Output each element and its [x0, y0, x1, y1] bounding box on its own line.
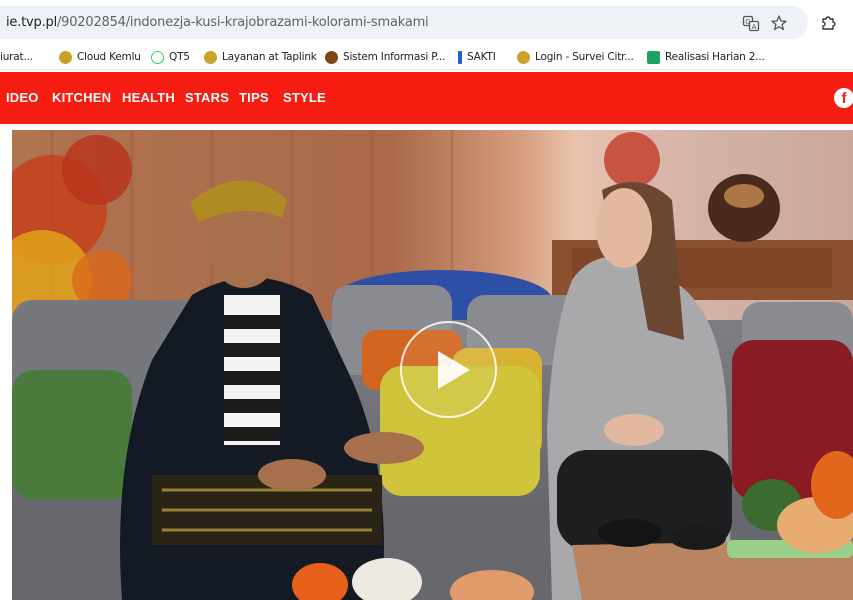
bookmark-item[interactable]: Realisasi Harian 2...	[647, 49, 765, 65]
bookmark-item[interactable]: SAKTI	[458, 49, 496, 65]
facebook-icon[interactable]: f	[834, 88, 853, 108]
whatsapp-icon	[151, 50, 164, 64]
nav-item-health[interactable]: HEALTH	[122, 72, 175, 124]
url-host: ie.tvp.pl	[6, 15, 57, 30]
nav-item-video[interactable]: IDEO	[6, 72, 39, 124]
svg-text:A: A	[752, 23, 757, 31]
sheets-icon	[647, 50, 660, 64]
bookmark-label: Sistem Informasi P...	[343, 51, 446, 63]
bookmark-item[interactable]: QT5	[151, 49, 190, 65]
bookmark-label: SAKTI	[467, 51, 496, 63]
bookmark-item[interactable]: iurat...	[0, 49, 33, 65]
bookmarks-bar: iurat... Cloud Kemlu QT5 Layanan at Tapl…	[0, 44, 853, 70]
bookmark-label: iurat...	[0, 51, 33, 63]
bookmark-label: Layanan at Taplink	[222, 51, 317, 63]
nav-item-kitchen[interactable]: KITCHEN	[52, 72, 111, 124]
url-path: /90202854/indonezja-kusi-krajobrazami-ko…	[56, 15, 429, 30]
address-bar-row: ie.tvp.pl/90202854/indonezja-kusi-krajob…	[0, 0, 853, 44]
video-player[interactable]	[12, 130, 853, 600]
bookmark-item[interactable]: Sistem Informasi P...	[325, 49, 445, 65]
emblem-icon	[517, 50, 530, 64]
play-button[interactable]	[400, 321, 497, 418]
page-margin	[0, 124, 12, 600]
bookmark-item[interactable]: Login - Survei Citr...	[517, 49, 634, 65]
nav-item-tips[interactable]: TIPS	[239, 72, 269, 124]
url-text[interactable]: ie.tvp.pl/90202854/indonezja-kusi-krajob…	[6, 6, 429, 39]
emblem-icon	[204, 50, 217, 64]
emblem-icon	[325, 50, 338, 64]
bookmark-label: Login - Survei Citr...	[535, 51, 634, 63]
bookmark-label: Realisasi Harian 2...	[665, 51, 765, 63]
star-icon[interactable]	[770, 14, 788, 32]
bookmark-item[interactable]: Layanan at Taplink	[204, 49, 317, 65]
sakti-icon	[458, 50, 462, 64]
site-navigation: IDEO KITCHEN HEALTH STARS TIPS STYLE f	[0, 72, 853, 124]
bookmark-item[interactable]: Cloud Kemlu	[59, 49, 141, 65]
bookmark-label: QT5	[169, 51, 190, 63]
extensions-icon[interactable]	[819, 13, 837, 31]
play-icon	[438, 351, 470, 389]
bookmark-label: Cloud Kemlu	[77, 51, 141, 63]
translate-icon[interactable]: GA	[742, 14, 760, 32]
nav-item-style[interactable]: STYLE	[283, 72, 326, 124]
nav-item-stars[interactable]: STARS	[185, 72, 229, 124]
emblem-icon	[59, 50, 72, 64]
address-bar[interactable]: ie.tvp.pl/90202854/indonezja-kusi-krajob…	[0, 6, 808, 39]
